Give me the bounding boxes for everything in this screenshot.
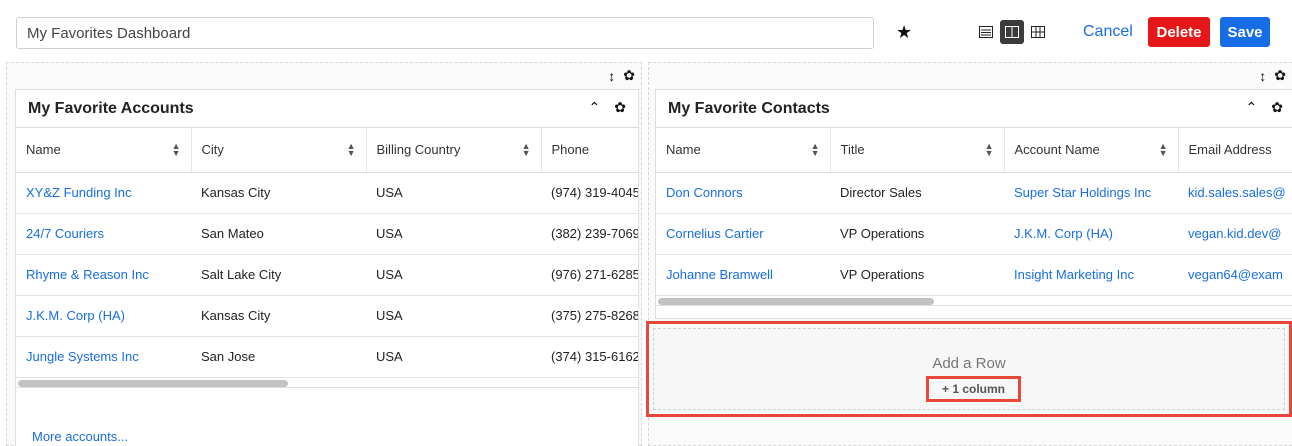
table-cell: (976) 271-6285 (541, 254, 638, 296)
resize-icon[interactable]: ↕ (608, 68, 615, 84)
sort-icon[interactable]: ▲ ▼ (172, 142, 181, 158)
table-header-row: Name ▲ ▼ City ▲ ▼ Billing Country ▲ ▼ Phone (16, 128, 638, 173)
dashlet-title: My Favorite Accounts (28, 100, 194, 117)
cancel-button[interactable]: Cancel (1083, 20, 1133, 44)
dashboard-column-left: ↕ ✿ My Favorite Accounts ⌃ ✿ Name ▲ ▼ City… (6, 62, 642, 446)
resize-icon[interactable]: ↕ (1259, 68, 1266, 84)
accounts-table: Name ▲ ▼ City ▲ ▼ Billing Country ▲ ▼ Phone XY… (16, 128, 638, 378)
dashboard-name-input[interactable]: My Favorites Dashboard (16, 17, 874, 49)
add-column-button[interactable]: + 1 column (942, 382, 1005, 396)
table-cell: VP Operations (830, 254, 1004, 296)
table-cell: (375) 275-8268 (541, 295, 638, 337)
add-row-zone[interactable]: Add a Row + 1 column (646, 321, 1292, 417)
table-cell: San Jose (191, 336, 366, 378)
dashlet-tools: ⌃ ✿ (589, 99, 626, 116)
column-header[interactable]: Name ▲ ▼ (16, 128, 192, 173)
column-header[interactable]: Email Address (1178, 128, 1292, 173)
account-name-link[interactable]: J.K.M. Corp (HA) (1004, 213, 1178, 255)
table-cell: VP Operations (830, 213, 1004, 255)
table-cell: USA (366, 336, 541, 378)
contact-name-link[interactable]: Don Connors (656, 172, 830, 214)
table-cell: Salt Lake City (191, 254, 366, 296)
column-header[interactable]: Title ▲ ▼ (830, 128, 1005, 173)
star-icon[interactable]: ★ (896, 22, 912, 42)
column-tools: ↕ ✿ (1259, 67, 1286, 84)
table-cell: (374) 315-6162 (541, 336, 638, 378)
column-header[interactable]: Name ▲ ▼ (656, 128, 831, 173)
gear-icon[interactable]: ✿ (623, 67, 635, 84)
dashlet-tools: ⌃ ✿ (1246, 99, 1283, 116)
column-tools: ↕ ✿ (608, 67, 635, 84)
table-row: 24/7 Couriers San Mateo USA (382) 239-70… (16, 213, 638, 255)
column-header[interactable]: Account Name ▲ ▼ (1004, 128, 1179, 173)
dashlet-title: My Favorite Contacts (668, 100, 830, 117)
sort-icon[interactable]: ▲ ▼ (522, 142, 531, 158)
add-row-label: Add a Row (932, 355, 1006, 372)
two-column-view-icon[interactable] (1000, 20, 1024, 44)
table-cell: (974) 319-4045 (541, 172, 638, 214)
account-name-link[interactable]: Rhyme & Reason Inc (16, 254, 191, 296)
table-cell: USA (366, 172, 541, 214)
email-link[interactable]: kid.sales.sales@ (1178, 172, 1292, 214)
gear-icon[interactable]: ✿ (1271, 99, 1283, 116)
table-row: Jungle Systems Inc San Jose USA (374) 31… (16, 336, 638, 378)
collapse-icon[interactable]: ⌃ (1246, 99, 1258, 116)
table-row: Don Connors Director Sales Super Star Ho… (656, 172, 1292, 214)
collapse-icon[interactable]: ⌃ (589, 99, 601, 116)
table-cell: USA (366, 213, 541, 255)
contacts-table: Name ▲ ▼ Title ▲ ▼ Account Name ▲ ▼ Email Addr… (656, 128, 1292, 296)
contact-name-link[interactable]: Cornelius Cartier (656, 213, 830, 255)
gear-icon[interactable]: ✿ (614, 99, 626, 116)
email-link[interactable]: vegan.kid.dev@ (1178, 213, 1292, 255)
account-name-link[interactable]: XY&Z Funding Inc (16, 172, 191, 214)
table-row: Johanne Bramwell VP Operations Insight M… (656, 254, 1292, 296)
horizontal-scrollbar[interactable] (16, 377, 638, 388)
scrollbar-thumb[interactable] (18, 379, 288, 387)
table-cell: USA (366, 295, 541, 337)
table-row: XY&Z Funding Inc Kansas City USA (974) 3… (16, 172, 638, 214)
table-header-row: Name ▲ ▼ Title ▲ ▼ Account Name ▲ ▼ Email Addr… (656, 128, 1292, 173)
table-row: J.K.M. Corp (HA) Kansas City USA (375) 2… (16, 295, 638, 337)
save-button[interactable]: Save (1220, 17, 1270, 47)
more-accounts-link[interactable]: More accounts... (32, 429, 128, 444)
list-view-icon[interactable] (974, 20, 998, 44)
accounts-dashlet: My Favorite Accounts ⌃ ✿ Name ▲ ▼ City ▲ ▼ B… (15, 89, 639, 446)
table-cell: San Mateo (191, 213, 366, 255)
sort-icon[interactable]: ▲ ▼ (347, 142, 356, 158)
column-header[interactable]: Phone (541, 128, 638, 173)
dashlet-header: My Favorite Accounts ⌃ ✿ (16, 90, 638, 128)
delete-button[interactable]: Delete (1148, 17, 1210, 47)
table-cell: Kansas City (191, 295, 366, 337)
sort-icon[interactable]: ▲ ▼ (985, 142, 994, 158)
table-row: Cornelius Cartier VP Operations J.K.M. C… (656, 213, 1292, 255)
column-header[interactable]: Billing Country ▲ ▼ (366, 128, 542, 173)
account-name-link[interactable]: 24/7 Couriers (16, 213, 191, 255)
layout-switcher (974, 20, 1050, 44)
account-name-link[interactable]: Insight Marketing Inc (1004, 254, 1178, 296)
column-header[interactable]: City ▲ ▼ (191, 128, 367, 173)
contacts-dashlet: My Favorite Contacts ⌃ ✿ Name ▲ ▼ Title ▲ ▼ … (655, 89, 1292, 319)
table-cell: Kansas City (191, 172, 366, 214)
grid-view-icon[interactable] (1026, 20, 1050, 44)
dashboard-header: My Favorites Dashboard ★ Cancel Delete S… (0, 0, 1292, 62)
account-name-link[interactable]: Jungle Systems Inc (16, 336, 191, 378)
table-cell: Director Sales (830, 172, 1004, 214)
sort-icon[interactable]: ▲ ▼ (811, 142, 820, 158)
sort-icon[interactable]: ▲ ▼ (1159, 142, 1168, 158)
account-name-link[interactable]: Super Star Holdings Inc (1004, 172, 1178, 214)
contact-name-link[interactable]: Johanne Bramwell (656, 254, 830, 296)
scrollbar-thumb[interactable] (658, 297, 934, 305)
table-row: Rhyme & Reason Inc Salt Lake City USA (9… (16, 254, 638, 296)
account-name-link[interactable]: J.K.M. Corp (HA) (16, 295, 191, 337)
gear-icon[interactable]: ✿ (1274, 67, 1286, 84)
table-cell: USA (366, 254, 541, 296)
add-column-highlight: + 1 column (926, 376, 1021, 402)
dashlet-header: My Favorite Contacts ⌃ ✿ (656, 90, 1292, 128)
email-link[interactable]: vegan64@exam (1178, 254, 1292, 296)
table-cell: (382) 239-7069 (541, 213, 638, 255)
horizontal-scrollbar[interactable] (656, 295, 1292, 306)
